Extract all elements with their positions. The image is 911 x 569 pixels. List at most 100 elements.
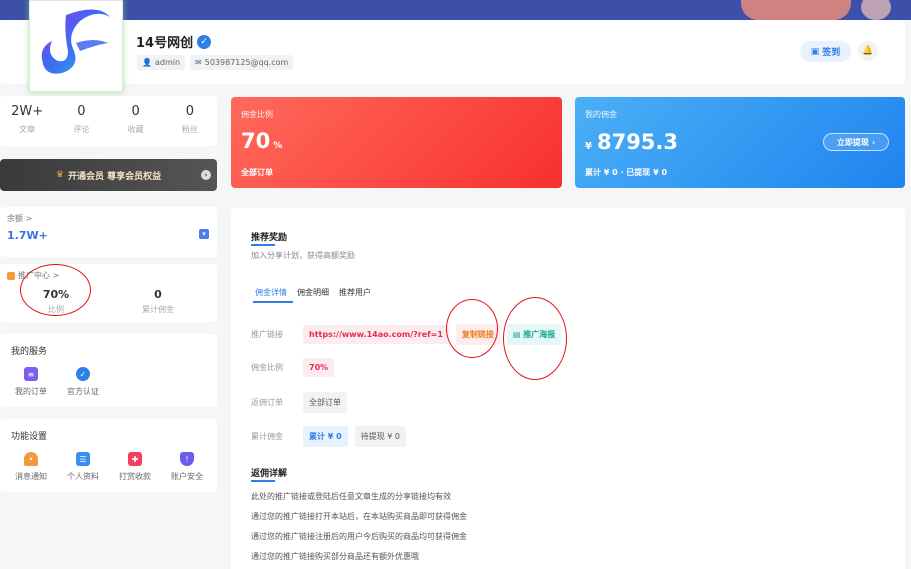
service-label: 官方认证	[67, 387, 99, 396]
orders-row-label: 返佣订单	[251, 398, 283, 407]
settings-title: 功能设置	[11, 432, 48, 442]
signin-button[interactable]: ▣ 签到	[800, 41, 851, 62]
stat-label: 评论	[73, 125, 90, 134]
setting-profile[interactable]: ☰ 个人资料	[63, 452, 103, 482]
stat-favorites[interactable]: 0 收藏	[109, 96, 163, 146]
tab-referred-users[interactable]: 推荐用户	[339, 287, 371, 298]
service-label: 我的订单	[15, 387, 47, 396]
details-title: 返佣详解	[251, 469, 288, 479]
setting-notifications[interactable]: • 消息通知	[11, 452, 51, 482]
referral-tabs: 佣金详情 佣金明细 推荐用户	[255, 287, 371, 298]
avatar[interactable]	[29, 0, 123, 92]
banner-decoration-2	[861, 0, 891, 20]
withdraw-label: 立即提现	[836, 137, 869, 147]
vip-banner[interactable]: ♛ 开通会员 尊享会员权益 ›	[0, 159, 217, 191]
promo-total-label: 累计佣金	[142, 305, 174, 314]
annotation-circle	[503, 297, 567, 380]
username-text: admin	[154, 58, 181, 67]
setting-tip-payments[interactable]: ✚ 打赏收款	[115, 452, 155, 482]
tab-commission-records[interactable]: 佣金明细	[297, 287, 329, 298]
rate-card-value: 70%	[241, 129, 282, 153]
details-line: 通过您的推广链接注册后的用户今后购买的商品均可获得佣金	[251, 532, 467, 541]
total-row-label: 累计佣金	[251, 432, 283, 441]
profile-name: 14号网创 ✓	[136, 32, 212, 51]
profile-header: 14号网创 ✓ 👤 admin ✉ 503987125@qq.com ▣ 签到 …	[0, 0, 905, 92]
referral-title: 推荐奖励	[251, 233, 288, 243]
withdraw-button[interactable]: 立即提现 ›	[823, 133, 889, 151]
total-value: 累计 ¥ 0	[303, 426, 348, 447]
stat-value: 2W+	[11, 104, 44, 119]
rate-card-title: 佣金比例	[241, 110, 273, 119]
stats-card: 2W+ 文章 0 评论 0 收藏 0 粉丝	[0, 96, 217, 146]
services-card: 我的服务 ≡ 我的订单 ✓ 官方认证	[0, 334, 217, 407]
commission-value: 8795.3	[596, 130, 679, 154]
active-tab-indicator	[253, 301, 293, 303]
signin-label: 签到	[822, 48, 841, 58]
commission-card-title: 我的佣金	[585, 110, 617, 119]
stat-comments[interactable]: 0 评论	[54, 96, 108, 146]
chevron-right-icon: ›	[201, 170, 211, 180]
setting-label: 消息通知	[15, 472, 47, 481]
balance-title: 余额 >	[7, 214, 33, 223]
tab-commission-details[interactable]: 佣金详情	[255, 287, 287, 298]
annotation-circle	[446, 299, 498, 358]
commission-rate-card: 佣金比例 70% 全部订单	[231, 97, 562, 188]
details-underline	[251, 480, 275, 482]
stat-value: 0	[131, 104, 140, 119]
commission-card: 我的佣金 ¥ 8795.3 累计 ¥ 0 · 已提现 ¥ 0 立即提现 ›	[575, 97, 905, 188]
balance-card[interactable]: 余额 > 1.7W+ ▾	[0, 207, 217, 257]
balance-value: 1.7W+	[7, 229, 48, 242]
rate-row-label: 佣金比例	[251, 363, 283, 372]
username-chip: 👤 admin	[137, 55, 186, 70]
rate-card-sub: 全部订单	[241, 168, 273, 177]
vip-label: 开通会员 尊享会员权益	[67, 171, 162, 182]
stat-label: 文章	[19, 125, 36, 134]
verified-icon: ✓	[76, 367, 90, 381]
commission-card-sub: 累计 ¥ 0 · 已提现 ¥ 0	[585, 168, 668, 177]
top-banner	[0, 0, 911, 20]
details-line: 通过您的推广链接购买部分商品还有额外优惠哦	[251, 552, 419, 561]
orders-row: 返佣订单 全部订单	[251, 392, 347, 413]
bell-icon: 🔔	[862, 46, 874, 56]
orders-row-value: 全部订单	[303, 392, 347, 413]
promo-total-value: 0	[154, 288, 162, 301]
details-line: 通过您的推广链接打开本站后，在本站购买商品即可获得佣金	[251, 512, 467, 521]
stat-label: 粉丝	[181, 125, 198, 134]
stat-posts[interactable]: 2W+ 文章	[0, 96, 54, 146]
notification-button[interactable]: 🔔	[858, 41, 878, 61]
email-text: 503987125@qq.com	[204, 58, 289, 67]
promo-total: 0 累计佣金	[118, 288, 198, 315]
setting-security[interactable]: ! 账户安全	[167, 452, 207, 482]
annotation-circle	[20, 264, 91, 316]
stat-value: 0	[185, 104, 195, 119]
bell-icon: •	[24, 452, 38, 466]
setting-label: 账户安全	[171, 472, 203, 481]
service-my-orders[interactable]: ≡ 我的订单	[11, 367, 51, 397]
profile-name-text: 14号网创	[136, 36, 194, 51]
wallet-icon: ▾	[199, 229, 209, 239]
commission-card-value: ¥ 8795.3	[585, 130, 678, 154]
setting-label: 个人资料	[67, 472, 99, 481]
stat-followers[interactable]: 0 粉丝	[163, 96, 217, 146]
profile-icon: ☰	[76, 452, 90, 466]
setting-label: 打赏收款	[119, 472, 151, 481]
chevron-right-icon: ›	[871, 137, 876, 147]
service-verification[interactable]: ✓ 官方认证	[63, 367, 103, 397]
rate-row-value: 70%	[303, 358, 335, 377]
link-label: 推广链接	[251, 330, 283, 339]
promo-icon	[7, 271, 15, 280]
calendar-icon: ▣	[810, 46, 820, 57]
commission-rate-row: 佣金比例 70%	[251, 358, 335, 377]
stat-label: 收藏	[127, 125, 144, 134]
referral-link[interactable]: https://www.14ao.com/?ref=1	[303, 325, 449, 344]
stat-value: 0	[77, 104, 86, 119]
verified-icon: ✓	[197, 34, 212, 49]
referral-subtitle: 加入分享计划，获得高额奖励	[251, 251, 355, 260]
title-underline	[251, 244, 275, 246]
banner-decoration	[741, 0, 851, 20]
mail-icon: ✉	[195, 58, 202, 67]
total-commission-row: 累计佣金 累计 ¥ 0 待提现 ¥ 0	[251, 426, 406, 447]
gift-icon: ✚	[128, 452, 142, 466]
referral-panel: 推荐奖励 加入分享计划，获得高额奖励 佣金详情 佣金明细 推荐用户 推广链接 h…	[231, 208, 905, 569]
rate-value: 70	[241, 129, 271, 153]
